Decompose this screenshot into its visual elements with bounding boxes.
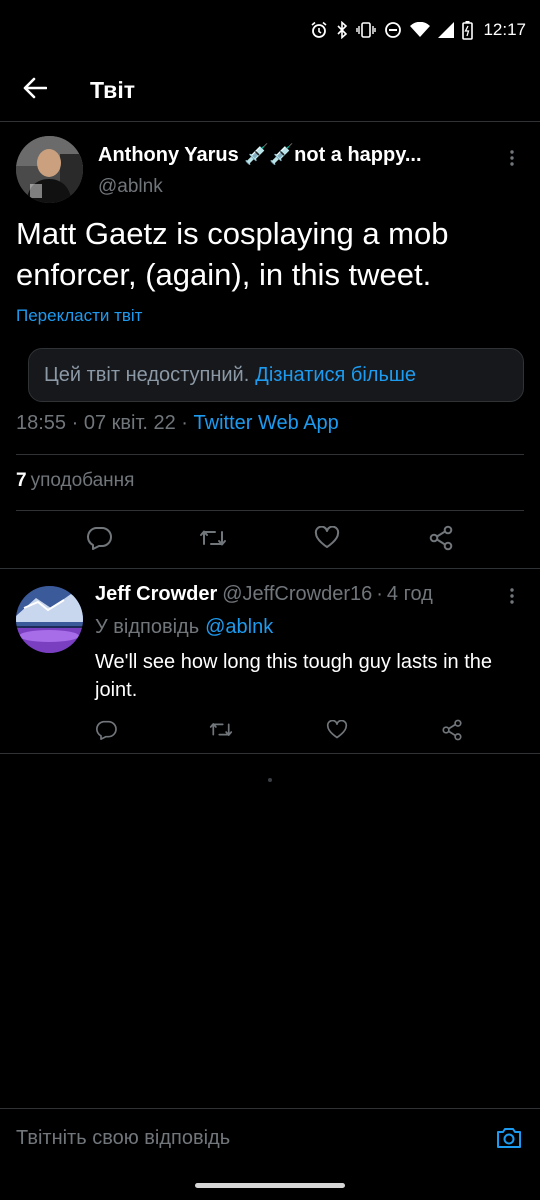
reply-author-handle[interactable]: @JeffCrowder16 (222, 583, 372, 605)
reply-retweet-button[interactable] (203, 714, 239, 750)
likes-label: уподобання (30, 470, 135, 491)
reply-share-button[interactable] (434, 714, 470, 750)
tweet-timestamp: 18:55 · 07 квіт. 22 · (16, 412, 188, 434)
reply-like-button[interactable] (319, 714, 355, 750)
reply-header: Jeff Crowder @JeffCrowder16 · 4 год (95, 583, 433, 606)
actions-divider (0, 568, 540, 569)
wifi-icon (410, 22, 431, 38)
back-button[interactable] (0, 60, 70, 120)
avatar[interactable] (16, 136, 83, 203)
unavailable-quote-box: Цей твіт недоступний. Дізнатися більше (28, 348, 524, 402)
reply-compose-input[interactable]: Твітніть свою відповідь (16, 1127, 230, 1150)
vibrate-icon (356, 21, 377, 39)
reply-author-name[interactable]: Jeff Crowder (95, 583, 217, 605)
heart-icon (326, 719, 348, 745)
reply-actions (88, 714, 470, 750)
author-name[interactable]: Anthony Yarus 💉💉not a happy... (98, 142, 478, 167)
reply-time: 4 год (386, 583, 433, 605)
likes-divider (16, 510, 524, 511)
header-divider (0, 121, 540, 122)
reply-avatar[interactable] (16, 586, 83, 653)
reply-text: We'll see how long this tough guy lasts … (95, 651, 493, 701)
tweet-meta: 18:55 · 07 квіт. 22 · Twitter Web App (16, 412, 339, 435)
replying-to-handle[interactable]: @ablnk (205, 616, 273, 638)
main-tweet-author: Anthony Yarus 💉💉not a happy... @ablnk (16, 136, 524, 204)
meta-divider (16, 454, 524, 455)
likes-line[interactable]: 7 уподобання (16, 470, 134, 492)
reply-reply-button[interactable] (88, 714, 124, 750)
likes-count: 7 (16, 470, 27, 491)
reply-icon (95, 720, 117, 745)
heart-icon (314, 525, 340, 555)
camera-icon (495, 1126, 523, 1155)
like-button[interactable] (307, 520, 347, 560)
retweet-icon (209, 720, 233, 744)
signal-icon (438, 22, 455, 38)
battery-icon (462, 20, 474, 40)
replying-to: У відповідь @ablnk (95, 616, 273, 639)
share-icon (441, 719, 463, 746)
unavailable-text: Цей твіт недоступний. (44, 363, 250, 386)
retweet-icon (199, 527, 227, 554)
reply-button[interactable] (79, 520, 119, 560)
tweet-detail-screen: 12:17 Твіт Anthony Yarus 💉💉not a happy..… (0, 0, 540, 1200)
retweet-button[interactable] (193, 520, 233, 560)
share-button[interactable] (421, 520, 461, 560)
status-icons: 12:17 (310, 20, 526, 40)
camera-button[interactable] (494, 1125, 524, 1155)
status-bar: 12:17 (0, 0, 540, 60)
home-indicator[interactable] (195, 1183, 345, 1188)
arrow-left-icon (23, 77, 48, 104)
bluetooth-icon (336, 21, 348, 39)
main-tweet-actions (0, 520, 540, 560)
reply-more-options-button[interactable] (500, 586, 524, 610)
reply-divider (0, 753, 540, 754)
more-vertical-icon (509, 149, 515, 172)
compose-bar: Твітніть свою відповідь (0, 1108, 540, 1171)
source-app-link[interactable]: Twitter Web App (194, 412, 339, 434)
app-header: Твіт (0, 60, 540, 120)
page-title: Твіт (90, 76, 135, 103)
share-icon (428, 525, 454, 556)
reply-separator: · (376, 583, 383, 605)
more-vertical-icon (509, 587, 515, 610)
loading-indicator (268, 778, 272, 782)
replying-to-label: У відповідь (95, 616, 200, 638)
more-options-button[interactable] (500, 148, 524, 172)
do-not-disturb-icon (384, 21, 402, 39)
alarm-icon (310, 21, 328, 39)
reply-tweet[interactable]: Jeff Crowder @JeffCrowder16 · 4 год У відпо… (0, 574, 540, 754)
translate-tweet-link[interactable]: Перекласти твіт (16, 306, 142, 326)
reply-icon (86, 526, 112, 555)
learn-more-link[interactable]: Дізнатися більше (255, 364, 416, 387)
author-handle[interactable]: @ablnk (98, 176, 163, 198)
tweet-text: Matt Gaetz is cosplaying a mob enforcer,… (16, 216, 449, 292)
status-time: 12:17 (483, 20, 526, 39)
